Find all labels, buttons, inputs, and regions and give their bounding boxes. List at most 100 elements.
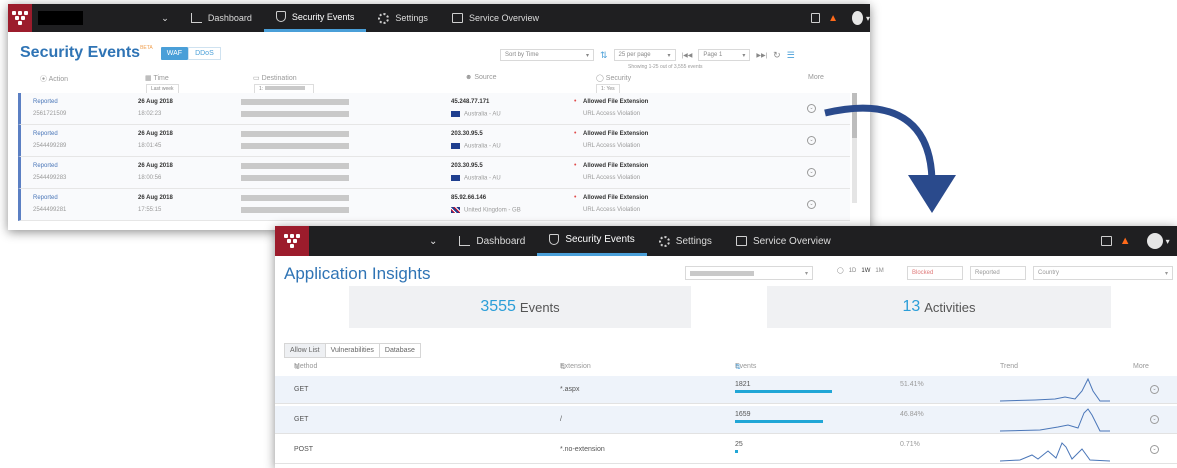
column-source-label: Source xyxy=(474,74,497,81)
nav-dashboard[interactable]: Dashboard xyxy=(179,4,264,32)
beta-badge: BETA xyxy=(140,45,153,51)
tab-waf[interactable]: WAF xyxy=(160,46,189,60)
events-table-body: Reported 2561721509 26 Aug 2018 18:02:23 45.… xyxy=(18,93,850,221)
row-more-icon[interactable]: ⌄ xyxy=(1150,385,1159,394)
source-ip[interactable]: 85.92.66.146 xyxy=(451,195,486,201)
severity-dot-icon: • xyxy=(574,98,577,105)
table-row[interactable]: GET *.aspx 1821 51.41% ⌄ xyxy=(275,376,1177,404)
destination-redacted xyxy=(241,195,349,201)
shield-icon: ◯ xyxy=(596,75,604,82)
event-date: 26 Aug 2018 xyxy=(138,195,173,201)
extension-label: / xyxy=(560,416,562,423)
nav-settings[interactable]: Settings xyxy=(366,4,440,32)
tab-vulnerabilities[interactable]: Vulnerabilities xyxy=(324,343,380,358)
nav-settings[interactable]: Settings xyxy=(647,226,724,256)
nav-security-events-label: Security Events xyxy=(291,11,355,22)
account-name-redacted xyxy=(37,11,84,25)
nav-security-events[interactable]: Security Events xyxy=(537,226,647,256)
event-date: 26 Aug 2018 xyxy=(138,163,173,169)
table-row[interactable]: Reported 2544499289 26 Aug 2018 18:01:45 203… xyxy=(18,125,850,157)
table-row[interactable]: Reported 2544499281 26 Aug 2018 17:55:15 85.… xyxy=(18,189,850,221)
sort-select[interactable]: Sort by Time ▾ xyxy=(500,49,594,61)
nav-dashboard-label: Dashboard xyxy=(476,235,526,247)
column-destination[interactable]: ▭ Destination xyxy=(253,74,297,82)
column-security-label: Security xyxy=(605,75,632,82)
shield-icon xyxy=(549,234,560,245)
events-progress-bar xyxy=(735,420,823,423)
page-select[interactable]: Page 1 ▾ xyxy=(698,49,751,61)
nav-security-events-label: Security Events xyxy=(565,234,635,245)
event-date: 26 Aug 2018 xyxy=(138,99,173,105)
row-more-icon[interactable]: ⌄ xyxy=(807,136,816,145)
event-time: 18:01:45 xyxy=(138,143,162,149)
range-1m[interactable]: 1M xyxy=(875,268,883,274)
nav-service-overview[interactable]: Service Overview xyxy=(440,4,551,32)
last-page-icon[interactable]: ▶▶| xyxy=(756,52,767,59)
table-row[interactable]: Reported 2561721509 26 Aug 2018 18:02:23 45.… xyxy=(18,93,850,125)
tab-allow-list[interactable]: Allow List xyxy=(284,343,326,358)
calendar-icon[interactable] xyxy=(810,13,821,23)
trend-sparkline xyxy=(1000,442,1110,462)
bell-icon[interactable]: ▲ xyxy=(828,13,838,24)
pagination-summary: Showing 1-25 out of 3,555 events xyxy=(628,64,703,70)
source-ip[interactable]: 45.248.77.171 xyxy=(451,99,489,105)
nav-security-events[interactable]: Security Events xyxy=(263,4,367,32)
avatar-chevron-icon[interactable]: ▾ xyxy=(1166,237,1170,246)
row-more-icon[interactable]: ⌄ xyxy=(807,168,816,177)
source-ip[interactable]: 203.30.95.5 xyxy=(451,131,483,137)
row-more-icon[interactable]: ⌄ xyxy=(1150,445,1159,454)
table-row[interactable]: POST *.no-extension 25 0.71% ⌄ xyxy=(275,436,1177,464)
row-more-icon[interactable]: ⌄ xyxy=(1150,415,1159,424)
sort-order-icon[interactable]: ⇅ xyxy=(600,50,608,61)
row-more-icon[interactable]: ⌄ xyxy=(807,104,816,113)
source-country: Australia - AU xyxy=(464,143,501,150)
tab-database[interactable]: Database xyxy=(378,343,421,358)
nav-dashboard-label: Dashboard xyxy=(207,13,252,23)
range-1w[interactable]: 1W xyxy=(861,268,870,274)
blocked-filter[interactable]: Blocked xyxy=(907,266,963,280)
avatar-chevron-icon[interactable]: ▾ xyxy=(866,14,870,23)
bell-icon[interactable]: ▲ xyxy=(1120,235,1131,247)
avatar[interactable] xyxy=(1146,233,1163,249)
chevron-down-icon[interactable]: ⌄ xyxy=(429,236,437,247)
flag-icon xyxy=(451,111,460,117)
sort-icon: ⇅ xyxy=(294,364,300,371)
source-country: United Kingdom - GB xyxy=(464,207,521,214)
column-source[interactable]: ☻ Source xyxy=(465,74,497,81)
column-security[interactable]: ◯ Security xyxy=(596,74,631,82)
action-label: Reported xyxy=(33,131,58,137)
column-settings-icon[interactable]: ☰ xyxy=(787,50,795,61)
chevron-down-icon[interactable]: ⌄ xyxy=(161,13,169,24)
tab-ddos[interactable]: DDoS xyxy=(188,46,221,60)
per-page-select[interactable]: 25 per page ▾ xyxy=(613,49,676,61)
logo[interactable] xyxy=(8,4,32,32)
calendar-icon[interactable] xyxy=(1100,236,1112,246)
range-1d[interactable]: 1D xyxy=(849,268,857,274)
application-select[interactable]: ▾ xyxy=(685,266,813,280)
dashboard-icon xyxy=(190,13,202,23)
violation-type: URL Access Violation xyxy=(583,111,641,117)
nav-service-overview-label: Service Overview xyxy=(468,13,539,23)
events-value: 1821 xyxy=(735,381,751,388)
calendar-icon: ▦ xyxy=(145,75,152,82)
refresh-icon[interactable]: ↻ xyxy=(773,50,781,61)
service-overview-icon xyxy=(735,236,747,246)
reported-filter[interactable]: Reported xyxy=(970,266,1026,280)
nav-service-overview[interactable]: Service Overview xyxy=(724,226,843,256)
nav-dashboard[interactable]: Dashboard xyxy=(447,226,537,256)
table-row[interactable]: Reported 2544499283 26 Aug 2018 18:00:56 203… xyxy=(18,157,850,189)
chevron-down-icon: ▾ xyxy=(1164,270,1168,277)
column-action[interactable]: ⦿ Action xyxy=(40,74,68,84)
first-page-icon[interactable]: |◀◀ xyxy=(682,52,693,59)
row-more-icon[interactable]: ⌄ xyxy=(807,200,816,209)
source-country: Australia - AU xyxy=(464,175,501,182)
nav-service-overview-label: Service Overview xyxy=(752,235,831,247)
table-row[interactable]: GET / 1659 46.84% ⌄ xyxy=(275,406,1177,434)
avatar[interactable] xyxy=(851,11,863,25)
logo[interactable] xyxy=(275,226,309,256)
column-time[interactable]: ▦ Time xyxy=(145,74,169,82)
event-id: 2544499289 xyxy=(33,143,67,149)
violation-type: URL Access Violation xyxy=(583,143,641,149)
source-ip[interactable]: 203.30.95.5 xyxy=(451,163,483,169)
country-select[interactable]: Country ▾ xyxy=(1033,266,1173,280)
